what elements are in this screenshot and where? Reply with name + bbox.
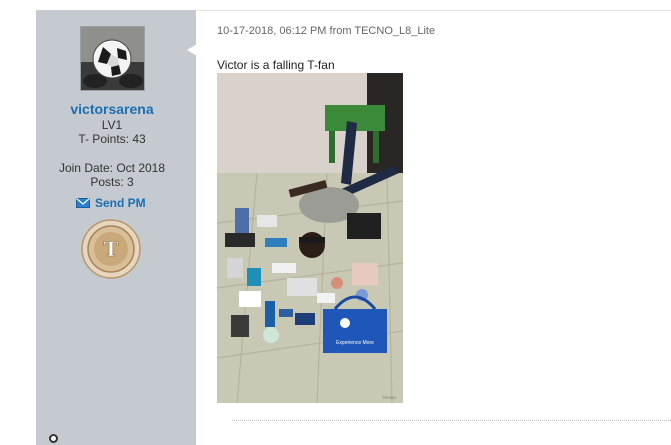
send-pm-label: Send PM <box>95 196 146 210</box>
photo-watermark: TECNO <box>382 395 396 400</box>
username-link[interactable]: victorsarena <box>36 101 188 117</box>
photo-image: Experience More TECNO <box>217 73 403 403</box>
badge-letter: T <box>104 237 119 261</box>
post-body: 10-17-2018, 06:12 PM from TECNO_L8_Lite … <box>197 10 671 445</box>
rank-badge: T <box>81 219 141 279</box>
post-pointer-arrow <box>187 44 197 56</box>
send-pm-button[interactable]: Send PM <box>76 195 146 211</box>
page-margin <box>0 0 36 445</box>
envelope-icon <box>76 198 90 208</box>
post-meta: 10-17-2018, 06:12 PM from TECNO_L8_Lite <box>217 25 436 37</box>
user-join-date: Join Date: Oct 2018 <box>58 161 166 175</box>
user-avatar[interactable] <box>80 26 145 91</box>
t-badge-icon: T <box>81 219 141 279</box>
user-info-panel: victorsarena LV1 T- Points: 43 Join Date… <box>36 10 196 445</box>
user-post-count: Posts: 3 <box>90 175 134 189</box>
post-top-border <box>197 10 671 11</box>
signature-divider <box>232 420 671 421</box>
soccer-ball-avatar-icon <box>81 27 144 90</box>
post-photo[interactable]: Experience More TECNO <box>217 73 403 403</box>
user-points: T- Points: 43 <box>78 132 146 146</box>
bag-label: Experience More <box>336 340 374 346</box>
post-message: Victor is a falling T-fan <box>217 58 335 72</box>
user-level: LV1 <box>101 118 123 132</box>
scroll-indicator[interactable] <box>49 434 58 443</box>
